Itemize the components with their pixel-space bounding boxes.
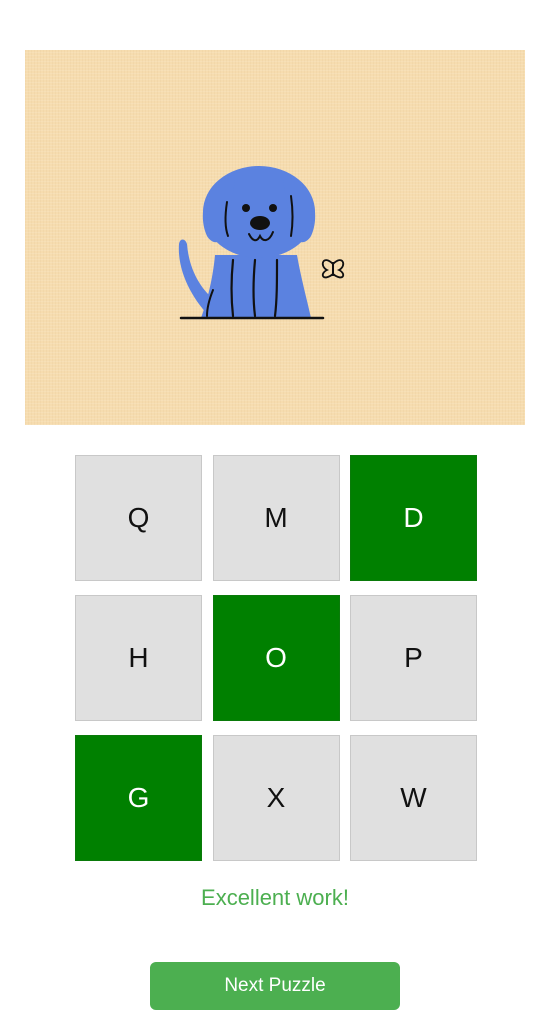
letter-tile[interactable]: G [75, 735, 202, 861]
next-puzzle-button[interactable]: Next Puzzle [150, 962, 400, 1010]
letter-tile[interactable]: X [212, 735, 340, 861]
dog-eye-right [269, 204, 277, 212]
dog-illustration [178, 166, 345, 320]
letter-tile[interactable]: D [350, 455, 477, 581]
letter-tile[interactable]: P [350, 595, 477, 721]
dog-body [201, 255, 311, 318]
letter-grid: Q M D H O P G X W [75, 455, 477, 861]
letter-tile[interactable]: H [75, 595, 202, 721]
success-message: Excellent work! [201, 885, 349, 910]
letter-tile[interactable]: M [212, 455, 340, 581]
puzzle-picture [25, 50, 525, 425]
letter-tile[interactable]: O [212, 595, 340, 721]
letter-tile[interactable]: W [350, 735, 477, 861]
letter-tile[interactable]: Q [75, 455, 202, 581]
dog-nose [250, 216, 270, 230]
dog-eye-left [242, 204, 250, 212]
butterfly-icon [321, 259, 345, 279]
